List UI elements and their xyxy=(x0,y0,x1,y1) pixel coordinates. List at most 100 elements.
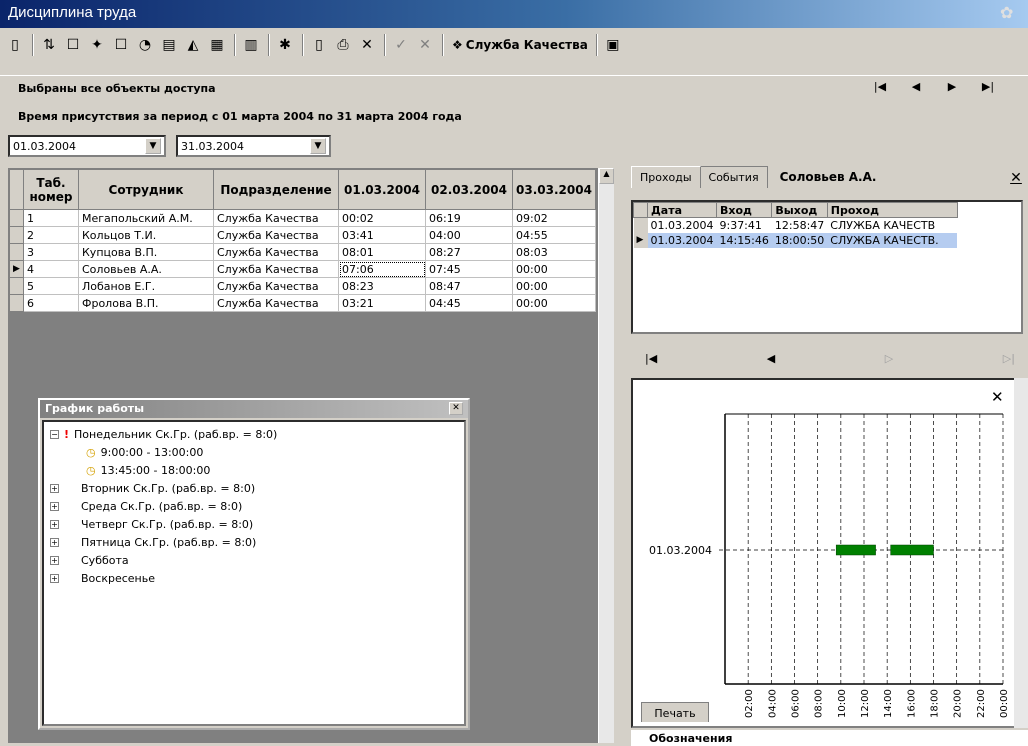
cell-employee[interactable]: Мегапольский А.М. xyxy=(78,209,214,227)
layout-icon[interactable]: ▦ xyxy=(206,34,228,56)
table-row[interactable]: 5 Лобанов Е.Г. Служба Качества 08:23 08:47 00… xyxy=(9,277,596,295)
expand-icon[interactable]: + xyxy=(50,501,59,511)
checkbox2-icon[interactable]: ☐ xyxy=(110,34,132,56)
cell-employee[interactable]: Лобанов Е.Г. xyxy=(78,277,214,295)
col-department[interactable]: Подразделение xyxy=(213,169,339,210)
chevron-down-icon[interactable]: ▼ xyxy=(145,138,161,154)
table-row[interactable]: 6 Фролова В.П. Служба Качества 03:21 04:45 00… xyxy=(9,294,596,312)
cell-employee[interactable]: Фролова В.П. xyxy=(78,294,214,312)
tab-passes[interactable]: Проходы xyxy=(631,166,701,188)
cell-date-2[interactable]: 04:00 xyxy=(425,226,513,244)
last-record-icon[interactable]: ▶| xyxy=(978,80,998,93)
grid-scrollbar[interactable]: ▲ xyxy=(598,168,614,743)
tree-node-day[interactable]: + Четверг Ск.Гр. (раб.вр. = 8:0) xyxy=(50,515,458,533)
tree-node-slot[interactable]: ◷ 9:00:00 - 13:00:00 xyxy=(50,443,458,461)
cell-department[interactable]: Служба Качества xyxy=(213,243,339,261)
expand-icon[interactable]: + xyxy=(50,573,59,583)
properties-icon[interactable]: ▣ xyxy=(602,34,624,56)
cell-date-2[interactable]: 06:19 xyxy=(425,209,513,227)
calendar-icon[interactable]: ▥ xyxy=(240,34,262,56)
table-row[interactable]: 3 Купцова В.П. Служба Качества 08:01 08:27 08… xyxy=(9,243,596,261)
chart-scrollbar[interactable] xyxy=(1014,378,1028,728)
date-from-select[interactable]: 01.03.2004 ▼ xyxy=(8,135,166,157)
cell-date-1[interactable]: 03:41 xyxy=(338,226,426,244)
close-icon[interactable]: ✕ xyxy=(449,402,463,415)
tree-node-day[interactable]: + Воскресенье xyxy=(50,569,458,587)
cell-department[interactable]: Служба Качества xyxy=(213,294,339,312)
col-date-3[interactable]: 03.03.2004 xyxy=(512,169,596,210)
filter-icon[interactable]: ⇅ xyxy=(38,34,60,56)
cell-tabnum[interactable]: 2 xyxy=(23,226,79,244)
expand-icon[interactable]: + xyxy=(50,537,59,547)
table-row[interactable]: 2 Кольцов Т.И. Служба Качества 03:41 04:00 04… xyxy=(9,226,596,244)
excel-icon[interactable]: ✕ xyxy=(356,34,378,56)
next-record-icon[interactable]: ▷ xyxy=(885,352,893,365)
col-employee[interactable]: Сотрудник xyxy=(78,169,214,210)
table-row[interactable]: ▶ 4 Соловьев А.А. Служба Качества 07:06 07:45… xyxy=(9,260,596,278)
col-date-2[interactable]: 02.03.2004 xyxy=(425,169,513,210)
cell-date-1[interactable]: 08:01 xyxy=(338,243,426,261)
cell-date-2[interactable]: 08:27 xyxy=(425,243,513,261)
cell-date-1[interactable]: 03:21 xyxy=(338,294,426,312)
cell-tabnum[interactable]: 1 xyxy=(23,209,79,227)
cell-date-3[interactable]: 04:55 xyxy=(512,226,596,244)
cancel-icon[interactable]: ✕ xyxy=(414,34,436,56)
tree-node-slot[interactable]: ◷ 13:45:00 - 18:00:00 xyxy=(50,461,458,479)
cell-date-2[interactable]: 08:47 xyxy=(425,277,513,295)
checkbox-icon[interactable]: ☐ xyxy=(62,34,84,56)
prev-record-icon[interactable]: ◀ xyxy=(906,80,926,93)
cell-department[interactable]: Служба Качества xyxy=(213,209,339,227)
cell-department[interactable]: Служба Качества xyxy=(213,226,339,244)
cell-date-3[interactable]: 09:02 xyxy=(512,209,596,227)
cell-tabnum[interactable]: 4 xyxy=(23,260,79,278)
cell-date-3[interactable]: 00:00 xyxy=(512,260,596,278)
next-record-icon[interactable]: ▶ xyxy=(942,80,962,93)
tools-icon[interactable]: ✦ xyxy=(86,34,108,56)
date-to-select[interactable]: 31.03.2004 ▼ xyxy=(176,135,331,157)
cell-date-2[interactable]: 07:45 xyxy=(425,260,513,278)
cell-tabnum[interactable]: 6 xyxy=(23,294,79,312)
collapse-icon[interactable]: − xyxy=(50,429,59,439)
col-in[interactable]: Вход xyxy=(715,202,773,218)
cell-date-1[interactable]: 07:06 xyxy=(338,260,426,278)
tree-node-monday[interactable]: − ! Понедельник Ск.Гр. (раб.вр. = 8:0) xyxy=(50,425,458,443)
report-icon[interactable]: ▤ xyxy=(158,34,180,56)
cell-employee[interactable]: Кольцов Т.И. xyxy=(78,226,214,244)
table-row[interactable]: 01.03.2004 9:37:41 12:58:47 СЛУЖБА КАЧЕС… xyxy=(633,217,958,233)
page-icon[interactable]: ▯ xyxy=(308,34,330,56)
scroll-up-icon[interactable]: ▲ xyxy=(599,168,614,184)
expand-icon[interactable]: + xyxy=(50,483,59,493)
app-icon[interactable]: ✿ xyxy=(1000,3,1022,25)
first-record-icon[interactable]: |◀ xyxy=(645,352,657,365)
prev-record-icon[interactable]: ◀ xyxy=(767,352,775,365)
tree-node-day[interactable]: + Вторник Ск.Гр. (раб.вр. = 8:0) xyxy=(50,479,458,497)
chevron-down-icon[interactable]: ▼ xyxy=(310,138,326,154)
col-date[interactable]: Дата xyxy=(647,202,717,218)
clock-icon[interactable]: ◔ xyxy=(134,34,156,56)
schedule-window[interactable]: График работы ✕ − ! Понедельник Ск.Гр. (… xyxy=(38,398,470,730)
col-tabnum[interactable]: Таб. номер xyxy=(23,169,79,210)
cell-tabnum[interactable]: 3 xyxy=(23,243,79,261)
cell-date-2[interactable]: 04:45 xyxy=(425,294,513,312)
expand-icon[interactable]: + xyxy=(50,555,59,565)
cell-date-1[interactable]: 00:02 xyxy=(338,209,426,227)
new-doc-icon[interactable]: ▯ xyxy=(4,34,26,56)
cell-employee[interactable]: Соловьев А.А. xyxy=(78,260,214,278)
check-icon[interactable]: ✓ xyxy=(390,34,412,56)
cell-tabnum[interactable]: 5 xyxy=(23,277,79,295)
cell-date-3[interactable]: 00:00 xyxy=(512,277,596,295)
expand-icon[interactable]: + xyxy=(50,519,59,529)
tree-node-day[interactable]: + Суббота xyxy=(50,551,458,569)
quality-service-button[interactable]: ❖ Служба Качества xyxy=(448,38,592,52)
tab-events[interactable]: События xyxy=(700,166,768,188)
col-out[interactable]: Выход xyxy=(771,202,828,218)
tree-node-day[interactable]: + Среда Ск.Гр. (раб.вр. = 8:0) xyxy=(50,497,458,515)
person-run-icon[interactable]: ✱ xyxy=(274,34,296,56)
print-tab[interactable]: Печать xyxy=(641,702,709,722)
cell-department[interactable]: Служба Качества xyxy=(213,260,339,278)
tree-node-day[interactable]: + Пятница Ск.Гр. (раб.вр. = 8:0) xyxy=(50,533,458,551)
table-row-selected[interactable]: ▶ 01.03.2004 14:15:46 18:00:50 СЛУЖБА КА… xyxy=(633,232,958,248)
col-date-1[interactable]: 01.03.2004 xyxy=(338,169,426,210)
chart-icon[interactable]: ◭ xyxy=(182,34,204,56)
cell-date-3[interactable]: 08:03 xyxy=(512,243,596,261)
